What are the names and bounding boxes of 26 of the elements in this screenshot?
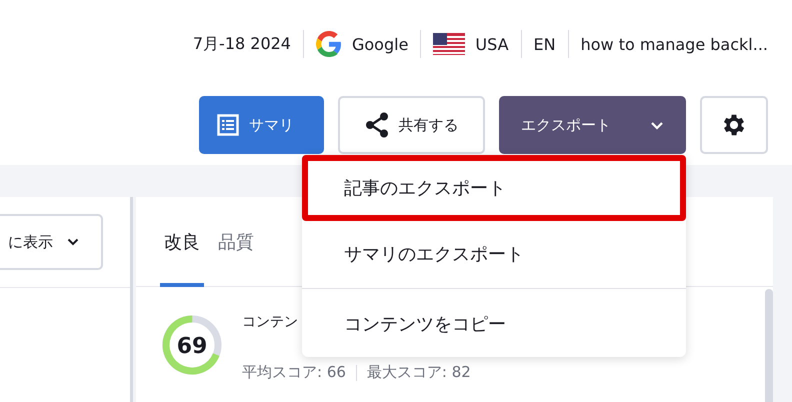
meta-text: EN bbox=[534, 34, 556, 54]
meta-text: 7月-18 2024 bbox=[192, 34, 291, 54]
google-logo-icon bbox=[316, 31, 342, 57]
summary-button[interactable]: サマリ bbox=[199, 96, 324, 154]
export-button[interactable]: エクスポート bbox=[499, 96, 686, 154]
scrollbar[interactable] bbox=[765, 289, 773, 402]
menu-item[interactable]: 記事のエクスポート bbox=[302, 155, 686, 221]
us-flag-icon bbox=[433, 33, 466, 55]
chevron-down-icon bbox=[650, 120, 664, 130]
tab[interactable]: 品質 bbox=[214, 197, 258, 287]
score-title: コンテン bbox=[242, 313, 299, 331]
score-value: 69 bbox=[176, 334, 208, 359]
tab[interactable]: 改良 bbox=[160, 197, 204, 287]
view-dropdown[interactable]: に表示 bbox=[0, 214, 103, 270]
settings-button[interactable] bbox=[700, 96, 768, 154]
menu-item[interactable]: コンテンツをコピー bbox=[302, 291, 686, 358]
meta-text: how to manage backl... bbox=[580, 34, 768, 54]
max-score: 最大スコア: 82 bbox=[366, 363, 471, 382]
menu-item[interactable]: サマリのエクスポート bbox=[302, 220, 686, 286]
share-icon bbox=[364, 112, 388, 138]
meta-text: Google bbox=[352, 34, 408, 54]
meta-text: USA bbox=[475, 34, 509, 54]
share-button[interactable]: 共有する bbox=[338, 96, 485, 154]
list-icon bbox=[217, 114, 239, 136]
chevron-down-icon bbox=[67, 238, 79, 246]
average-score: 平均スコア: 66 bbox=[242, 363, 346, 382]
